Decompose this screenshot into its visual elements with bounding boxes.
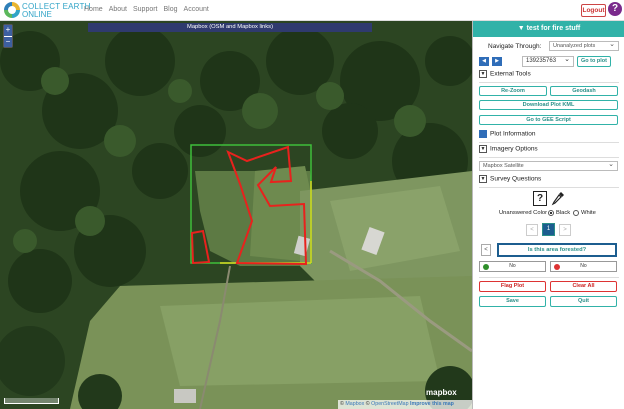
help-icon[interactable]: ? bbox=[608, 2, 622, 16]
color-black-label: Black bbox=[556, 210, 571, 216]
external-tools-header[interactable]: ▼ External Tools bbox=[479, 70, 619, 81]
color-white-label: White bbox=[581, 210, 596, 216]
scale-bar bbox=[4, 398, 59, 404]
color-white-radio[interactable] bbox=[573, 210, 579, 216]
next-arrow-icon: ▶ bbox=[495, 58, 499, 64]
answer-option-green[interactable]: No bbox=[479, 261, 546, 272]
question-prev-button[interactable]: < bbox=[481, 244, 491, 256]
zoom-out-button[interactable]: − bbox=[4, 36, 12, 47]
survey-questions-label: Survey Questions bbox=[490, 175, 542, 183]
collapse-toggle-icon: ▼ bbox=[479, 70, 487, 78]
unanswered-color-label: Unanswered Color bbox=[499, 210, 548, 216]
attribution-mapbox-link[interactable]: Mapbox bbox=[345, 401, 364, 407]
flag-plot-button[interactable]: Flag Plot bbox=[479, 281, 546, 292]
nav-link-home[interactable]: Home bbox=[84, 6, 103, 13]
clear-all-button[interactable]: Clear All bbox=[550, 281, 617, 292]
project-title-header[interactable]: ▼ test for fire stuff bbox=[473, 21, 624, 37]
save-button[interactable]: Save bbox=[479, 296, 546, 307]
zoom-control: + − bbox=[3, 24, 13, 48]
navigate-through-label: Navigate Through: bbox=[488, 43, 542, 50]
logo-text-line2: ONLINE bbox=[22, 10, 52, 19]
attribution-copyright-2: © bbox=[365, 401, 370, 407]
attribution-osm-link[interactable]: OpenStreetMap bbox=[371, 401, 408, 407]
plot-information-label: Plot Information bbox=[490, 130, 536, 138]
satellite-imagery bbox=[0, 21, 472, 409]
divider bbox=[479, 277, 619, 278]
survey-questions-header[interactable]: ▼ Survey Questions bbox=[479, 175, 619, 186]
eyedropper-icon[interactable] bbox=[551, 191, 565, 206]
question-is-area-forested[interactable]: Is this area forested? bbox=[497, 243, 617, 257]
go-to-plot-button[interactable]: Go to plot bbox=[577, 56, 611, 67]
question-mark-icon[interactable]: ? bbox=[533, 191, 547, 206]
quit-button[interactable]: Quit bbox=[550, 296, 617, 307]
collapse-toggle-icon: ▼ bbox=[479, 175, 487, 183]
color-black-radio[interactable] bbox=[548, 210, 554, 216]
top-navbar: COLLECT EARTH ONLINE Home About Support … bbox=[0, 0, 624, 21]
plot-id-input[interactable]: 139235763 bbox=[522, 55, 574, 67]
imagery-options-label: Imagery Options bbox=[490, 145, 538, 153]
nav-link-account[interactable]: Account bbox=[184, 6, 209, 13]
page-next-button[interactable]: > bbox=[559, 224, 571, 236]
answer-label: No bbox=[509, 263, 516, 269]
previous-plot-button[interactable]: ◀ bbox=[479, 57, 489, 66]
logout-button[interactable]: Logout bbox=[581, 4, 606, 17]
divider bbox=[479, 142, 619, 143]
imagery-select[interactable]: Mapbox Satellite bbox=[479, 160, 618, 171]
page-prev-button[interactable]: < bbox=[526, 224, 538, 236]
nav-link-about[interactable]: About bbox=[109, 6, 127, 13]
attribution-copyright-1: © bbox=[340, 401, 344, 407]
mapbox-logo: mapbox bbox=[426, 388, 457, 397]
page-1-button[interactable]: 1 bbox=[542, 223, 555, 236]
mapbox-logo-text: mapbox bbox=[426, 388, 457, 397]
attribution-improve-link[interactable]: Improve this map bbox=[410, 401, 454, 407]
collection-sidebar: ▼ test for fire stuff Navigate Through: … bbox=[472, 21, 624, 409]
map-view[interactable]: Mapbox (OSM and Mapbox links) + − mapbox… bbox=[0, 21, 472, 409]
map-attribution: © Mapbox © OpenStreetMap Improve this ma… bbox=[338, 400, 472, 409]
answer-label: No bbox=[580, 263, 587, 269]
download-plot-kml-button[interactable]: Download Plot KML bbox=[479, 100, 618, 110]
next-plot-button[interactable]: ▶ bbox=[492, 57, 502, 66]
zoom-in-button[interactable]: + bbox=[4, 25, 12, 36]
go-to-gee-script-button[interactable]: Go to GEE Script bbox=[479, 115, 618, 125]
collect-earth-logo[interactable]: COLLECT EARTH ONLINE bbox=[4, 2, 90, 20]
external-tools-label: External Tools bbox=[490, 70, 531, 78]
previous-arrow-icon: ◀ bbox=[482, 58, 486, 64]
nav-link-blog[interactable]: Blog bbox=[164, 6, 178, 13]
plot-information-header[interactable]: Plot Information bbox=[479, 130, 619, 141]
imagery-options-header[interactable]: ▼ Imagery Options bbox=[479, 145, 619, 156]
collapse-toggle-icon: ▼ bbox=[479, 145, 487, 153]
page: COLLECT EARTH ONLINE Home About Support … bbox=[0, 0, 624, 409]
nav-link-support[interactable]: Support bbox=[133, 6, 158, 13]
answer-color-dot bbox=[554, 264, 560, 270]
divider bbox=[479, 187, 619, 188]
answer-color-dot bbox=[483, 264, 489, 270]
imagery-title-bar: Mapbox (OSM and Mapbox links) bbox=[88, 23, 372, 32]
geodash-button[interactable]: Geodash bbox=[550, 86, 618, 96]
divider bbox=[479, 157, 619, 158]
divider bbox=[479, 82, 619, 83]
navigate-through-select[interactable]: Unanalyzed plots bbox=[549, 40, 619, 51]
logo-globe-icon bbox=[4, 2, 20, 18]
answer-option-red[interactable]: No bbox=[550, 261, 617, 272]
plot-info-toggle-icon bbox=[479, 130, 487, 138]
rezoom-button[interactable]: Re-Zoom bbox=[479, 86, 547, 96]
nav-links: Home About Support Blog Account bbox=[84, 6, 209, 13]
